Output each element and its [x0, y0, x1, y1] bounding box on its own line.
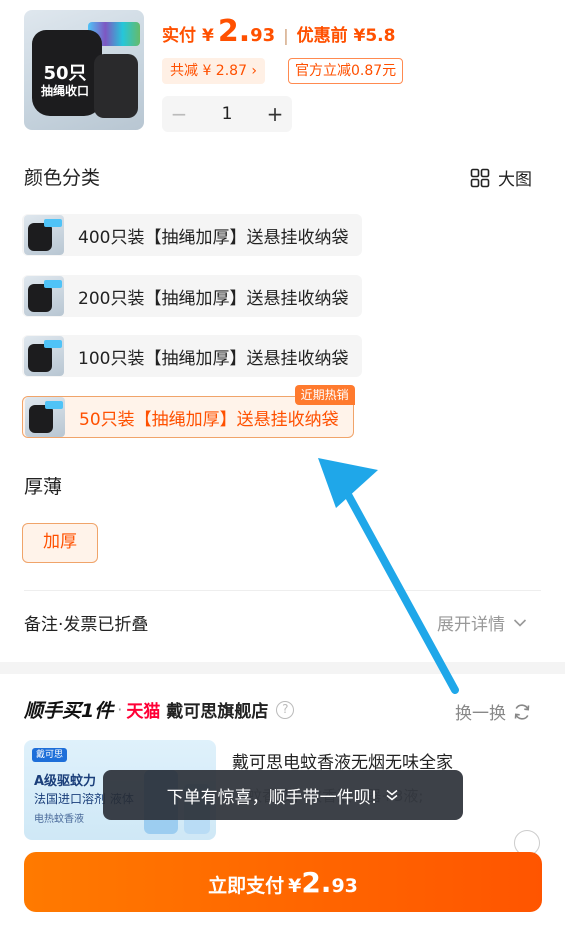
increase-button[interactable]: +	[258, 102, 292, 126]
expand-label: 展开详情	[437, 615, 505, 635]
variant-label: 100只装【抽绳加厚】送悬挂收纳袋	[78, 348, 349, 369]
variant-thumbnail	[24, 276, 64, 316]
variant-thumbnail	[24, 336, 64, 376]
addon-image-logo: 戴可思	[32, 748, 68, 762]
addon-header: 顺手买1件 · 天猫 戴可思旗舰店 ?	[24, 696, 295, 723]
expand-details[interactable]: 展开详情	[437, 610, 527, 635]
variant-label: 200只装【抽绳加厚】送悬挂收纳袋	[78, 288, 349, 309]
paid-label: 实付	[162, 26, 196, 46]
grid-icon	[470, 168, 490, 187]
addon-image-line1: A级驱蚊力	[34, 774, 97, 789]
decrease-button[interactable]: −	[162, 102, 196, 126]
total-discount-chip[interactable]: 共减 ¥ 2.87 ›	[162, 58, 266, 84]
variant-thumbnail	[25, 397, 65, 437]
refresh-icon	[514, 703, 530, 720]
addon-image-line3: 电热蚊香液	[34, 814, 84, 825]
variant-thumbnail	[24, 215, 64, 255]
thumb-badge: 50只 抽绳收口	[32, 63, 98, 98]
hot-selling-badge: 近期热销	[294, 385, 355, 405]
big-image-toggle[interactable]: 大图	[470, 165, 532, 190]
pay-price-int: 2.	[301, 866, 332, 899]
tmall-logo: 天猫	[126, 702, 161, 722]
color-option-200[interactable]: 200只装【抽绳加厚】送悬挂收纳袋	[22, 275, 363, 317]
color-section-title: 颜色分类	[24, 167, 101, 189]
remarks-invoice-label: 备注·发票已折叠	[24, 615, 149, 635]
addon-title: 顺手买1件	[24, 700, 114, 722]
chevron-down-icon	[513, 618, 527, 627]
price-separator: |	[283, 26, 289, 45]
chevron-down-small-icon	[386, 789, 398, 801]
quantity-stepper: − 1 +	[162, 96, 292, 132]
paid-currency: ¥	[202, 26, 214, 46]
product-thumbnail[interactable]: 50只 抽绳收口	[24, 10, 144, 130]
official-discount-chip: 官方立减0.87元	[288, 58, 404, 84]
thumb-badge-line1: 50只	[43, 63, 87, 84]
pay-currency: ¥	[288, 875, 302, 897]
big-image-label: 大图	[498, 170, 532, 190]
surprise-toast[interactable]: 下单有惊喜，顺手带一件呗!	[103, 770, 463, 820]
help-icon[interactable]: ?	[276, 700, 295, 719]
pay-label: 立即支付	[208, 875, 285, 897]
paid-price-row: 实付 ¥ 2. 93 | 优惠前 ¥5.8	[162, 14, 395, 49]
paid-price-int: 2.	[217, 14, 251, 49]
quantity-value[interactable]: 1	[196, 104, 258, 124]
color-option-100[interactable]: 100只装【抽绳加厚】送悬挂收纳袋	[22, 335, 363, 377]
section-gap	[0, 662, 565, 674]
addon-dot: ·	[117, 700, 123, 719]
variant-label: 400只装【抽绳加厚】送悬挂收纳袋	[78, 227, 349, 248]
variant-label: 50只装【抽绳加厚】送悬挂收纳袋	[79, 409, 339, 430]
pay-now-button[interactable]: 立即支付 ¥ 2. 93	[24, 852, 542, 912]
thickness-section-title: 厚薄	[24, 476, 63, 498]
store-name[interactable]: 戴可思旗舰店	[166, 697, 268, 722]
color-option-400[interactable]: 400只装【抽绳加厚】送悬挂收纳袋	[22, 214, 363, 256]
pay-price-dec: 93	[331, 875, 358, 897]
paid-price-dec: 93	[250, 25, 276, 46]
divider	[24, 590, 541, 591]
thumb-badge-line2: 抽绳收口	[40, 83, 89, 98]
swap-label: 换一换	[455, 704, 506, 724]
toast-text: 下单有惊喜，顺手带一件呗!	[166, 787, 378, 808]
pre-discount-price: 优惠前 ¥5.8	[296, 26, 396, 46]
thickness-option-thick[interactable]: 加厚	[22, 523, 98, 563]
thumb-bag-2	[94, 54, 138, 118]
color-option-50-selected[interactable]: 50只装【抽绳加厚】送悬挂收纳袋 近期热销	[22, 385, 355, 438]
swap-button[interactable]: 换一换	[455, 699, 532, 724]
